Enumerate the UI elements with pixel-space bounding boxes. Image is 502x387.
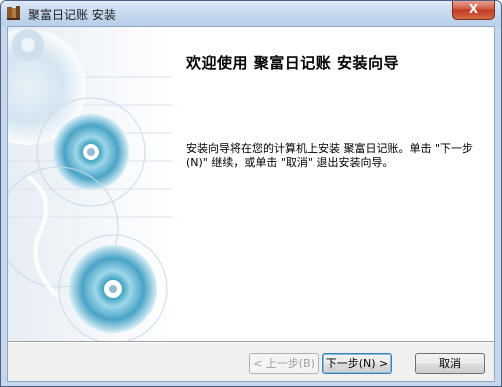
window-title: 聚富日记账 安装: [28, 8, 116, 22]
welcome-heading: 欢迎使用 聚富日记账 安装向导: [186, 54, 399, 72]
cancel-button[interactable]: 取消: [415, 353, 485, 374]
disc-banner-illustration: [8, 27, 172, 341]
wizard-banner: [8, 27, 172, 341]
installer-window: 聚富日记账 安装 X 欢迎使用 聚富日记账 安装向导 安装向导将在您的计算机上安…: [0, 0, 502, 387]
installer-app-icon: [7, 6, 20, 20]
wizard-content: 欢迎使用 聚富日记账 安装向导 安装向导将在您的计算机上安装 聚富日记账。单击 …: [172, 27, 494, 341]
next-button[interactable]: 下一步(N) >: [322, 353, 392, 374]
back-button[interactable]: < 上一步(B): [249, 353, 319, 374]
wizard-client-area: 欢迎使用 聚富日记账 安装向导 安装向导将在您的计算机上安装 聚富日记账。单击 …: [7, 26, 495, 382]
title-bar[interactable]: 聚富日记账 安装 X: [1, 1, 501, 26]
button-separator: [8, 341, 494, 343]
welcome-description: 安装向导将在您的计算机上安装 聚富日记账。单击 "下一步(N)" 继续，或单击 …: [186, 142, 474, 169]
close-button[interactable]: X: [452, 1, 495, 20]
